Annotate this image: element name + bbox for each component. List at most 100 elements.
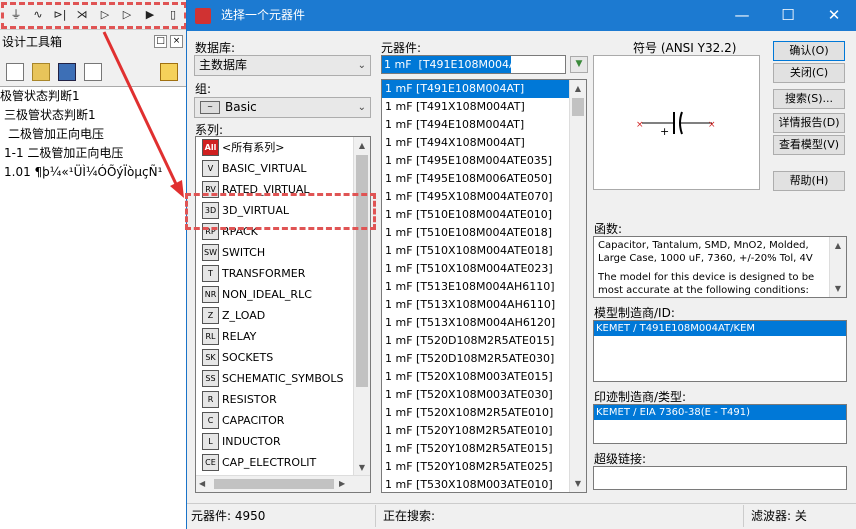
model-maker-item[interactable]: KEMET / T491E108M004AT/KEM <box>594 321 846 336</box>
scroll-down-icon[interactable]: ▼ <box>830 280 846 297</box>
family-hscrollbar[interactable]: ◀ ▶ <box>196 475 370 492</box>
family-item-label: RELAY <box>222 330 257 343</box>
background-app: ⏚ ∿ ⊳| ⋊ ▷ ▷ ▶ ▯ 设计工具箱 □ × 极管状态判断1 三极管状态… <box>0 0 187 529</box>
scroll-left-icon[interactable]: ◀ <box>199 476 205 492</box>
component-item[interactable]: 1 mF [T491X108M004AT] <box>382 98 586 116</box>
chevron-down-icon: ⌄ <box>357 102 366 113</box>
family-item[interactable]: L INDUCTOR <box>196 431 370 452</box>
component-item[interactable]: 1 mF [T520D108M2R5ATE015] <box>382 332 586 350</box>
family-item[interactable]: SS SCHEMATIC_SYMBOLS <box>196 368 370 389</box>
scroll-up-icon[interactable]: ▲ <box>570 80 586 97</box>
family-item[interactable]: SK SOCKETS <box>196 347 370 368</box>
component-item[interactable]: 1 mF [T495E108M006ATE050] <box>382 170 586 188</box>
component-item[interactable]: 1 mF [T510E108M004ATE018] <box>382 224 586 242</box>
search-button[interactable]: 搜索(S)... <box>773 89 845 109</box>
component-item[interactable]: 1 mF [T520X108M2R5ATE010] <box>382 404 586 422</box>
family-item[interactable]: RL RELAY <box>196 326 370 347</box>
scroll-thumb[interactable] <box>356 155 368 387</box>
component-item[interactable]: 1 mF [T495X108M004ATE070] <box>382 188 586 206</box>
database-select[interactable]: 主数据库 ⌄ <box>194 55 371 76</box>
chevron-down-icon: ⌄ <box>357 60 366 71</box>
open-folder-icon[interactable] <box>32 63 50 81</box>
view-model-button[interactable]: 查看模型(V) <box>773 135 845 155</box>
svg-text:×: × <box>708 120 716 130</box>
component-item[interactable]: 1 mF [T491E108M004AT] <box>382 80 586 98</box>
component-list[interactable]: 1 mF [T491E108M004AT] 1 mF [T491X108M004A… <box>381 79 587 493</box>
component-item[interactable]: 1 mF [T520Y108M2R5ATE010] <box>382 422 586 440</box>
component-item[interactable]: 1 mF [T520X108M003ATE030] <box>382 386 586 404</box>
group-label: 组: <box>195 82 212 96</box>
maximize-icon[interactable]: ☐ <box>765 0 811 31</box>
component-item[interactable]: 1 mF [T495E108M004ATE035] <box>382 152 586 170</box>
family-icon: CE <box>202 454 219 471</box>
clock-icon[interactable] <box>160 63 178 81</box>
scroll-down-icon[interactable]: ▼ <box>354 459 370 476</box>
pin-icon[interactable]: □ <box>154 35 167 48</box>
detail-report-button[interactable]: 详情报告(D) <box>773 113 845 133</box>
family-item[interactable]: V BASIC_VIRTUAL <box>196 158 370 179</box>
family-item[interactable]: T TRANSFORMER <box>196 263 370 284</box>
component-item[interactable]: 1 mF [T513X108M004AH6110] <box>382 296 586 314</box>
help-button[interactable]: 帮助(H) <box>773 171 845 191</box>
family-item[interactable]: SW SWITCH <box>196 242 370 263</box>
component-item[interactable]: 1 mF [T494E108M004AT] <box>382 116 586 134</box>
tree-item[interactable]: 极管状态判断1 <box>0 87 186 106</box>
close-window-icon[interactable]: ✕ <box>811 0 856 31</box>
component-item[interactable]: 1 mF [T530X108M003ATE010] <box>382 476 586 492</box>
group-select[interactable]: ~ Basic ⌄ <box>194 97 371 118</box>
database-value: 主数据库 <box>199 58 248 72</box>
component-item[interactable]: 1 mF [T494X108M004AT] <box>382 134 586 152</box>
family-item[interactable]: C CAPACITOR <box>196 410 370 431</box>
svg-text:+: + <box>660 125 669 138</box>
filter-icon[interactable]: ▼ <box>570 56 588 73</box>
scroll-up-icon[interactable]: ▲ <box>354 137 370 154</box>
component-scrollbar[interactable]: ▲ ▼ <box>569 80 586 492</box>
footprint-item[interactable]: KEMET / EIA 7360-38(E - T491) <box>594 405 846 420</box>
tree-item[interactable]: 1.01 ¶þ¼«¹ÜÌ¼ÓÕýÏòµçÑ¹ <box>0 163 186 182</box>
model-maker-label: 模型制造商/ID: <box>594 306 675 320</box>
component-item[interactable]: 1 mF [T510X108M004ATE023] <box>382 260 586 278</box>
component-item[interactable]: 1 mF [T520X108M003ATE015] <box>382 368 586 386</box>
component-item[interactable]: 1 mF [T510E108M004ATE010] <box>382 206 586 224</box>
component-item[interactable]: 1 mF [T520Y108M2R5ATE015] <box>382 440 586 458</box>
family-item[interactable]: NR NON_IDEAL_RLC <box>196 284 370 305</box>
new-file-icon[interactable] <box>6 63 24 81</box>
hyperlink-field[interactable] <box>593 466 847 490</box>
family-item-label: <所有系列> <box>222 141 285 154</box>
tree-item[interactable]: 二极管加正向电压 <box>0 125 186 144</box>
scroll-right-icon[interactable]: ▶ <box>339 476 345 492</box>
minimize-icon[interactable]: — <box>719 0 765 31</box>
footprint-list[interactable]: KEMET / EIA 7360-38(E - T491) <box>593 404 847 444</box>
family-item[interactable]: Z Z_LOAD <box>196 305 370 326</box>
family-item[interactable]: R RESISTOR <box>196 389 370 410</box>
component-input[interactable] <box>381 55 566 74</box>
function-scrollbar[interactable]: ▲ ▼ <box>829 237 846 297</box>
component-item[interactable]: 1 mF [T510X108M004ATE018] <box>382 242 586 260</box>
status-searching: 正在搜索: <box>383 509 436 523</box>
family-item[interactable]: CE CAP_ELECTROLIT <box>196 452 370 473</box>
svg-text:×: × <box>636 120 644 130</box>
ok-button[interactable]: 确认(O) <box>773 41 845 61</box>
model-maker-list[interactable]: KEMET / T491E108M004AT/KEM <box>593 320 847 382</box>
component-item[interactable]: 1 mF [T520D108M2R5ATE030] <box>382 350 586 368</box>
save-icon[interactable] <box>58 63 76 81</box>
hscroll-thumb[interactable] <box>214 479 334 489</box>
tree-item[interactable]: 1-1 二极管加正向电压 <box>0 144 186 163</box>
component-item[interactable]: 1 mF [T513E108M004AH6110] <box>382 278 586 296</box>
family-item-label: NON_IDEAL_RLC <box>222 288 312 301</box>
family-list[interactable]: All <所有系列> V BASIC_VIRTUAL RV RATED_VIRTUAL 3D… <box>195 136 371 493</box>
close-icon[interactable]: × <box>170 35 183 48</box>
component-item[interactable]: 1 mF [T513X108M004AH6120] <box>382 314 586 332</box>
basic-group-icon: ~ <box>200 101 220 114</box>
family-scrollbar[interactable]: ▲ ▼ <box>353 137 370 476</box>
family-item[interactable]: All <所有系列> <box>196 137 370 158</box>
new-window-icon[interactable] <box>84 63 102 81</box>
scroll-down-icon[interactable]: ▼ <box>570 475 586 492</box>
function-textbox[interactable]: Capacitor, Tantalum, SMD, MnO2, Molded, … <box>593 236 847 298</box>
close-button[interactable]: 关闭(C) <box>773 63 845 83</box>
scroll-thumb[interactable] <box>572 98 584 116</box>
tree-item[interactable]: 三极管状态判断1 <box>0 106 186 125</box>
scroll-up-icon[interactable]: ▲ <box>830 237 846 254</box>
component-item[interactable]: 1 mF [T520Y108M2R5ATE025] <box>382 458 586 476</box>
status-filter: 滤波器: 关 <box>751 509 807 523</box>
